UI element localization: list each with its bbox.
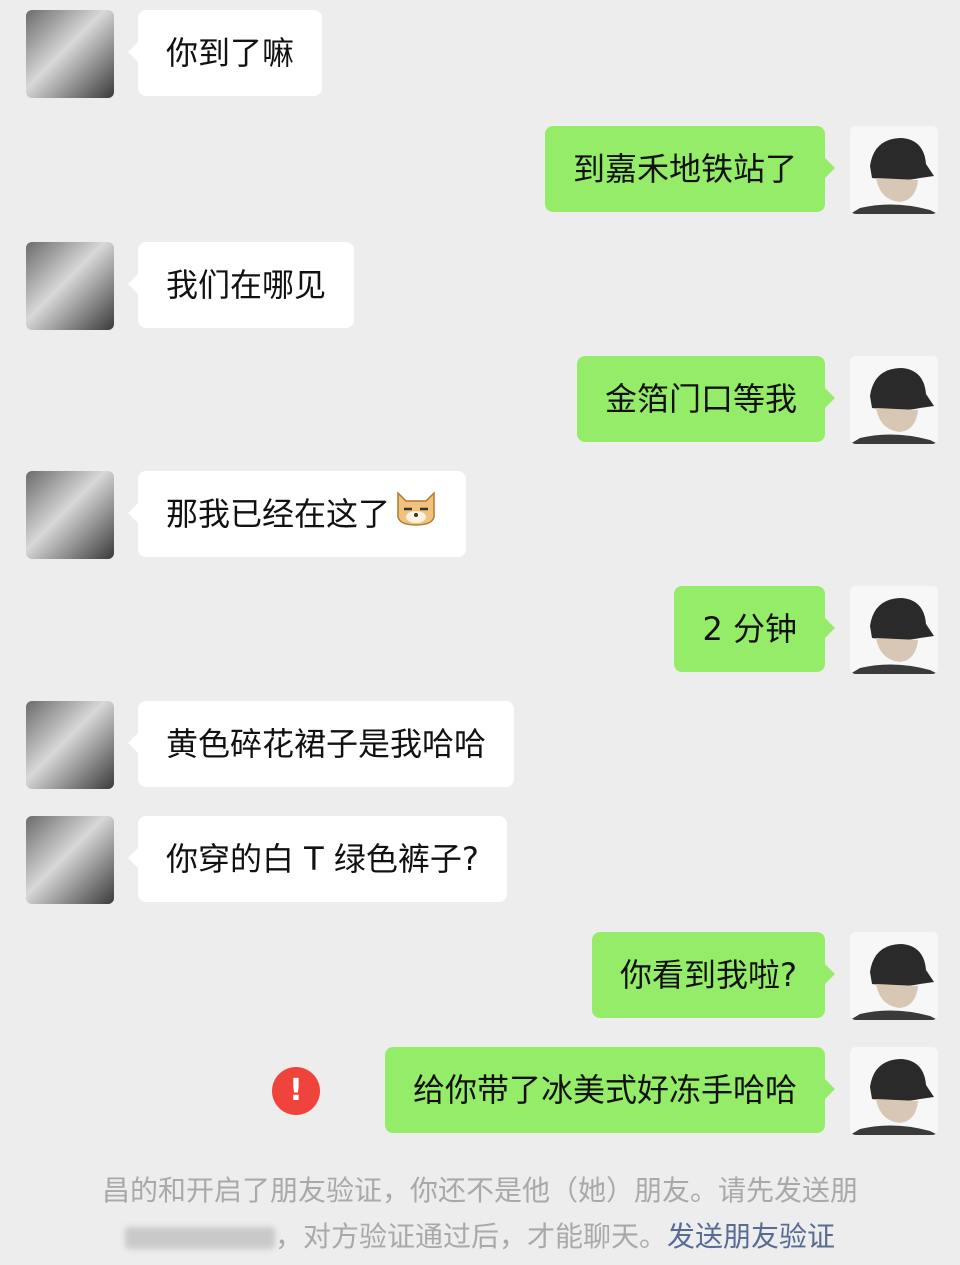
redacted-text <box>124 1227 275 1249</box>
message-bubble-outgoing[interactable]: 给你带了冰美式好冻手哈哈 <box>384 1047 836 1133</box>
my-avatar[interactable] <box>850 126 938 214</box>
my-avatar[interactable] <box>850 586 938 674</box>
message-bubble-outgoing[interactable]: 金箔门口等我 <box>576 356 836 442</box>
notice-line-2-text: ，对方验证通过后，才能聊天。 <box>274 1220 667 1253</box>
contact-avatar[interactable] <box>26 816 114 904</box>
message-row: 你到了嘛 <box>0 10 960 100</box>
cap-person-icon <box>850 356 938 444</box>
cap-person-icon <box>850 126 938 214</box>
notice-line-1: 昌的和开启了朋友验证，你还不是他（她）朋友。请先发送朋 <box>101 1174 858 1207</box>
message-row: 你穿的白 T 绿色裤子? <box>0 816 960 906</box>
cap-person-icon <box>850 932 938 1020</box>
message-bubble-incoming[interactable]: 你穿的白 T 绿色裤子? <box>128 816 507 902</box>
my-avatar[interactable] <box>850 1047 938 1135</box>
message-row: 到嘉禾地铁站了 <box>0 126 960 216</box>
message-row: 你看到我啦? <box>0 932 960 1022</box>
contact-avatar[interactable] <box>26 242 114 330</box>
my-avatar[interactable] <box>850 356 938 444</box>
message-row: 2 分钟 <box>0 586 960 676</box>
message-bubble-incoming[interactable]: 黄色碎花裙子是我哈哈 <box>127 701 515 787</box>
message-row: 金箔门口等我 <box>0 356 960 446</box>
message-text: 那我已经在这了 <box>166 495 391 533</box>
contact-avatar[interactable] <box>26 10 114 98</box>
message-row: ! 给你带了冰美式好冻手哈哈 <box>0 1047 960 1137</box>
message-bubble-incoming[interactable]: 你到了嘛 <box>127 10 323 96</box>
message-row: 黄色碎花裙子是我哈哈 <box>0 701 960 791</box>
notice-line-2: ，对方验证通过后，才能聊天。发送朋友验证 <box>60 1214 900 1260</box>
message-bubble-incoming[interactable]: 那我已经在这了 <box>127 471 467 559</box>
message-bubble-outgoing[interactable]: 2 分钟 <box>674 586 835 672</box>
message-row: 那我已经在这了 <box>0 471 960 561</box>
message-bubble-outgoing[interactable]: 到嘉禾地铁站了 <box>544 126 836 212</box>
message-bubble-outgoing[interactable]: 你看到我啦? <box>592 932 835 1018</box>
contact-avatar[interactable] <box>26 471 114 559</box>
cap-person-icon <box>850 1047 938 1135</box>
send-verification-link[interactable]: 发送朋友验证 <box>667 1220 835 1253</box>
my-avatar[interactable] <box>850 932 938 1020</box>
cap-person-icon <box>850 586 938 674</box>
doge-emoji-icon <box>394 473 438 559</box>
message-row: 我们在哪见 <box>0 242 960 332</box>
message-bubble-incoming[interactable]: 我们在哪见 <box>127 242 355 328</box>
send-failed-icon[interactable]: ! <box>272 1067 320 1115</box>
friend-verification-notice: 昌的和开启了朋友验证，你还不是他（她）朋友。请先发送朋 ，对方验证通过后，才能聊… <box>60 1168 900 1260</box>
contact-avatar[interactable] <box>26 701 114 789</box>
